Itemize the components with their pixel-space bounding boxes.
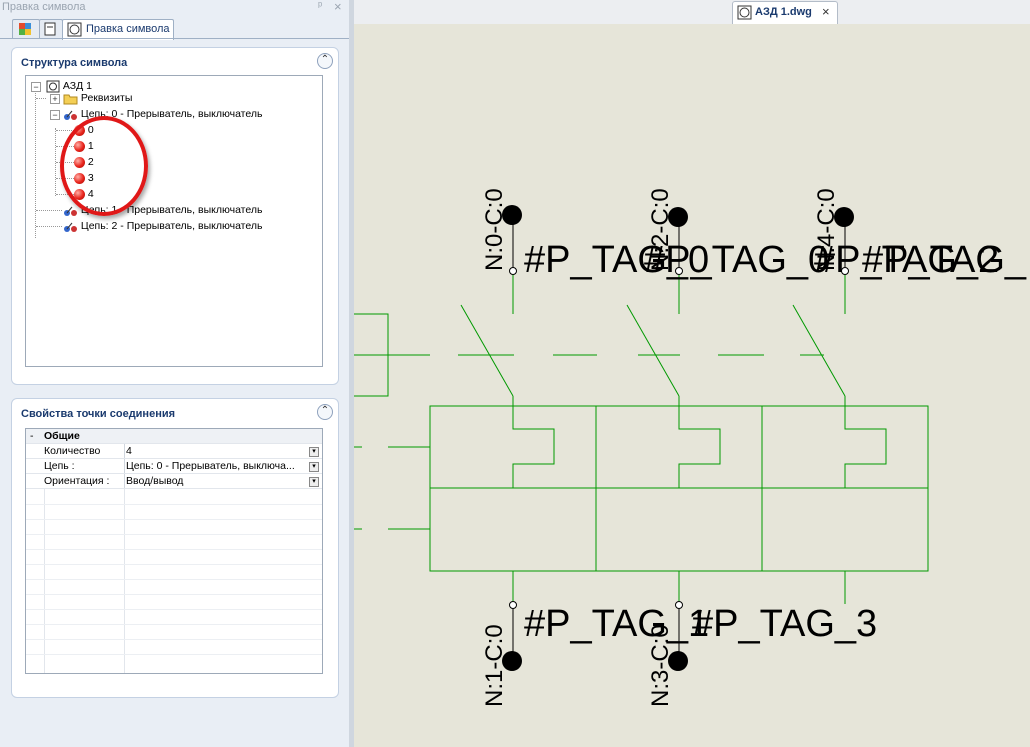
tab-symbol-edit[interactable]: Правка символа: [62, 19, 174, 40]
property-row-circuit[interactable]: Цепь : Цепь: 0 - Прерыватель, выключа...…: [26, 459, 322, 474]
tree-props-label: Реквизиты: [80, 92, 133, 104]
tag-label-bottom-0: #P_TAG_1: [524, 603, 709, 645]
properties-header: Свойства точки соединения: [21, 408, 176, 420]
group-label: Общие: [44, 430, 80, 442]
expand-props-icon[interactable]: +: [50, 94, 60, 104]
pin-label-top-0: N:0-C:0: [481, 188, 508, 271]
symbol-icon: [67, 22, 82, 37]
tree-circuit-2[interactable]: Цепь: 2 - Прерыватель, выключатель: [63, 219, 262, 234]
circuit-icon: [64, 206, 77, 216]
tag-label-top-1: #P_TAG_0: [644, 239, 829, 281]
folder-icon: [63, 94, 78, 105]
tree-circuit-2-label: Цепь: 2 - Прерыватель, выключатель: [80, 220, 263, 232]
tag-label-top-3: #P_TAG_: [862, 239, 1027, 281]
tag-label-bottom-1: #P_TAG_3: [692, 603, 877, 645]
group-row-general[interactable]: - Общие: [26, 429, 322, 444]
properties-group: Свойства точки соединения ⌃ - Общие Коли…: [11, 398, 339, 698]
dropdown-icon[interactable]: ▾: [309, 462, 319, 472]
drawing-canvas[interactable]: N:0-C:0 N:2-C:0 N:4-C:0 N:1-C:0 N:3-C:0 …: [354, 24, 1030, 747]
property-grid[interactable]: - Общие Количество 4 ▾ Цепь : Цепь: 0 - …: [25, 428, 323, 674]
panel-title: Правка символа: [2, 1, 86, 13]
symbol-icon: [737, 5, 752, 20]
cubes-icon: [19, 23, 31, 35]
tab-symbols[interactable]: [12, 19, 40, 39]
document-tabbar: АЗД 1.dwg ×: [354, 0, 1030, 24]
property-row-count[interactable]: Количество 4 ▾: [26, 444, 322, 459]
dropdown-icon[interactable]: ▾: [309, 447, 319, 457]
symbol-edit-panel: Правка символа ᵖ × Правка символа Структ…: [0, 0, 349, 747]
document-tab-label: АЗД 1.dwg: [755, 6, 812, 18]
document-tab[interactable]: АЗД 1.dwg ×: [732, 1, 838, 24]
structure-group: Структура символа ⌃ − АЗД 1 + Реквизиты …: [11, 47, 339, 385]
collapse-circuit-0-icon[interactable]: −: [50, 110, 60, 120]
orientation-value[interactable]: Ввод/вывод: [126, 474, 306, 488]
schematic: N:0-C:0 N:2-C:0 N:4-C:0 N:1-C:0 N:3-C:0 …: [354, 188, 1027, 707]
property-row-orientation[interactable]: Ориентация : Ввод/вывод ▾: [26, 474, 322, 489]
collapse-structure-icon[interactable]: ⌃: [317, 53, 333, 69]
tab-symbol-edit-label: Правка символа: [86, 23, 170, 35]
sheet-icon: [44, 22, 56, 36]
tab-sheets[interactable]: [39, 19, 63, 39]
structure-header: Структура символа: [21, 57, 128, 69]
pin-point-top-0: [509, 267, 517, 275]
dropdown-icon[interactable]: ▾: [309, 477, 319, 487]
circuit-icon: [64, 222, 77, 232]
count-value[interactable]: 4: [126, 444, 306, 458]
collapse-properties-icon[interactable]: ⌃: [317, 404, 333, 420]
highlight-ellipse: [60, 116, 148, 216]
collapse-group-icon[interactable]: -: [30, 429, 34, 443]
symbol-tree[interactable]: − АЗД 1 + Реквизиты − Цепь: 0 - Прерыват…: [25, 75, 323, 367]
circuit-icon: [64, 110, 77, 120]
schematic-lines: [354, 272, 929, 604]
pin-label-bottom-0: N:1-C:0: [481, 624, 508, 707]
pin-point-bottom-0: [509, 601, 517, 609]
symbol-icon: [46, 80, 60, 93]
close-icon[interactable]: ×: [334, 0, 342, 14]
close-tab-icon[interactable]: ×: [822, 4, 830, 19]
tree-props[interactable]: Реквизиты: [63, 91, 132, 106]
pin-icon[interactable]: ᵖ: [318, 0, 322, 12]
circuit-value[interactable]: Цепь: 0 - Прерыватель, выключа...: [126, 459, 306, 473]
collapse-root-icon[interactable]: −: [31, 82, 41, 92]
